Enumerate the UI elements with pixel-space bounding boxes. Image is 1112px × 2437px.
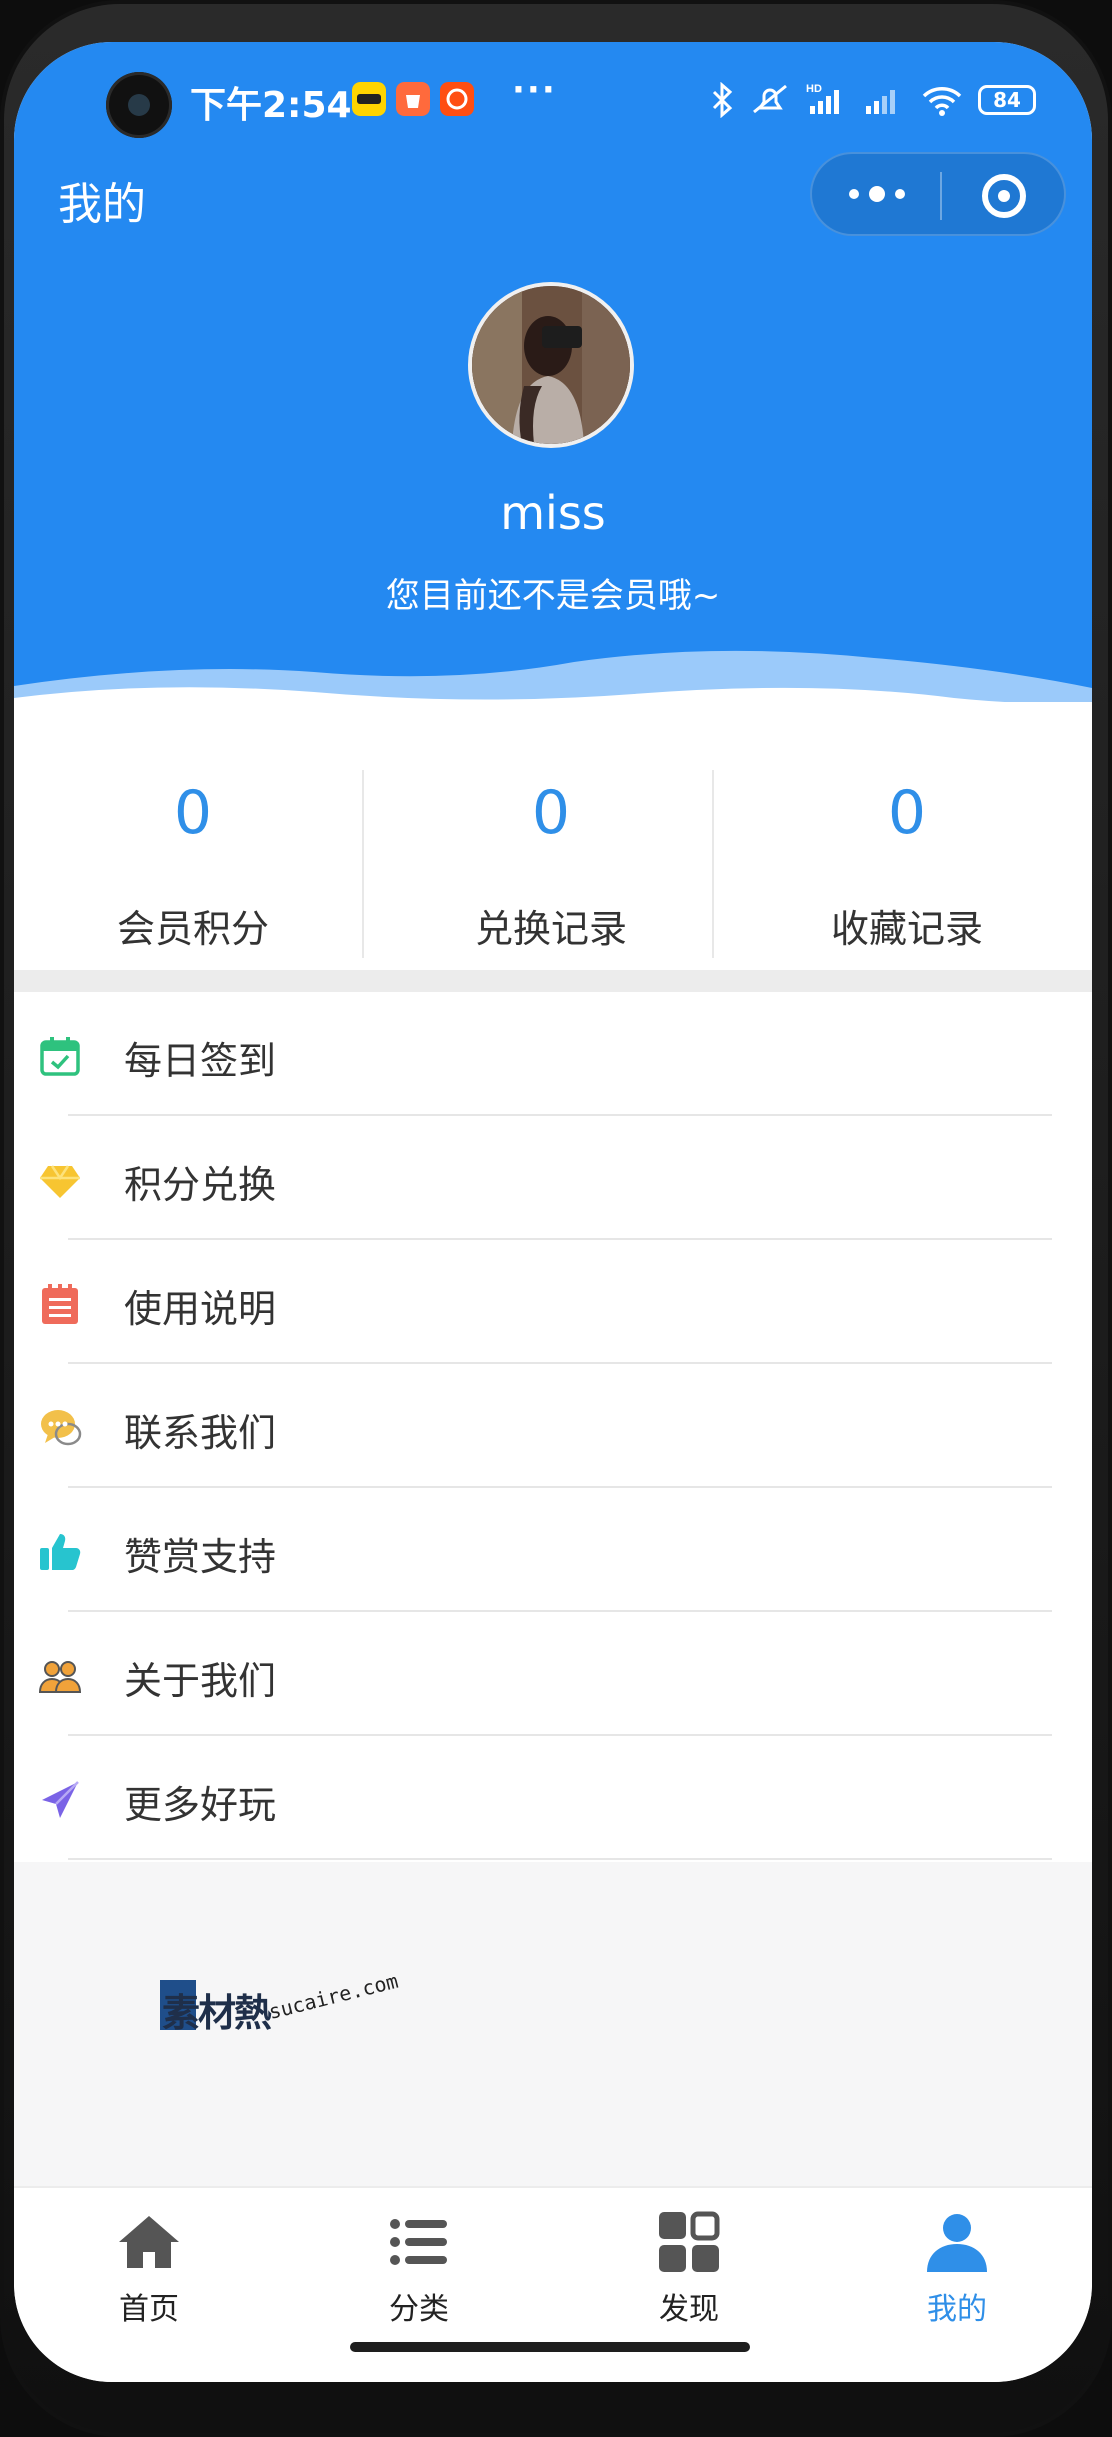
- divider: [68, 1858, 1052, 1860]
- more-dots-icon[interactable]: [842, 176, 912, 212]
- stat-exchange-records[interactable]: 0 兑换记录: [372, 702, 730, 970]
- home-indicator[interactable]: [350, 2342, 750, 2352]
- chat-bubble-icon: [41, 1410, 82, 1446]
- stat-divider: [712, 770, 714, 958]
- front-camera: [106, 72, 172, 138]
- menu-item-daily-checkin[interactable]: 每日签到: [14, 992, 1092, 1116]
- section-gap: [14, 970, 1092, 992]
- more-notifications: ···: [512, 70, 557, 110]
- watermark-logo: 素材熱 sucaire.com: [160, 1969, 420, 2062]
- menu-item-label: 赞赏支持: [124, 1535, 277, 1579]
- stats-panel: 0 会员积分 0 兑换记录 0 收藏记录: [14, 702, 1092, 970]
- list-icon: [390, 2219, 447, 2265]
- battery-indicator: 84: [978, 85, 1036, 115]
- thumbs-up-icon: [40, 1534, 81, 1570]
- menu-item-label: 积分兑换: [124, 1163, 277, 1207]
- home-icon: [119, 2216, 179, 2268]
- capsule-divider: [940, 172, 942, 220]
- status-bar: 下午2:54 ··· HD 84: [14, 42, 1092, 162]
- stat-label: 会员积分: [116, 907, 269, 951]
- tab-label: 我的: [927, 2292, 987, 2327]
- tab-label: 首页: [119, 2292, 179, 2327]
- tab-label: 发现: [659, 2292, 719, 2327]
- svg-text:HD: HD: [806, 83, 822, 95]
- stat-label: 兑换记录: [474, 907, 627, 951]
- avatar[interactable]: [468, 282, 634, 448]
- stat-label: 收藏记录: [830, 907, 983, 951]
- stat-points[interactable]: 0 会员积分: [14, 702, 372, 970]
- tab-label: 分类: [389, 2292, 449, 2327]
- profile-header: 下午2:54 ··· HD 84 我的 miss 您目前还不是会员哦~: [14, 42, 1092, 742]
- status-time: 下午2:54: [190, 85, 352, 126]
- menu-item-label: 每日签到: [124, 1039, 277, 1083]
- taobao-app-icon: [440, 82, 474, 116]
- stat-value: 0: [531, 778, 571, 848]
- system-indicators: HD 84: [710, 82, 1036, 118]
- hd-signal-icon: HD: [806, 83, 839, 114]
- target-circle-icon[interactable]: [982, 174, 1026, 218]
- calendar-check-icon: [40, 1037, 80, 1076]
- wifi-icon: [922, 87, 962, 116]
- tab-home[interactable]: 首页: [14, 2188, 284, 2382]
- menu-item-contact-us[interactable]: 联系我们: [14, 1364, 1092, 1488]
- phone-frame: 下午2:54 ··· HD 84 我的 miss 您目前还不是会员哦~ 0 会员…: [0, 0, 1112, 2437]
- stat-favorites[interactable]: 0 收藏记录: [728, 702, 1086, 970]
- avatar-photo: [472, 286, 630, 444]
- username: miss: [500, 486, 606, 540]
- notification-icons: [352, 82, 474, 116]
- menu-item-label: 关于我们: [124, 1659, 277, 1703]
- tab-mine[interactable]: 我的: [822, 2188, 1092, 2382]
- page-title: 我的: [58, 179, 146, 230]
- stat-value: 0: [173, 778, 213, 848]
- tab-category[interactable]: 分类: [284, 2188, 554, 2382]
- watermark-cn: 素材熱: [162, 1991, 272, 2035]
- menu-item-label: 更多好玩: [124, 1783, 277, 1827]
- team-icon: [38, 1661, 82, 1693]
- signal-icon: [866, 90, 895, 114]
- user-icon: [927, 2214, 987, 2272]
- diamond-icon: [40, 1165, 80, 1198]
- menu-item-more-fun[interactable]: 更多好玩: [14, 1736, 1092, 1860]
- menu-item-instructions[interactable]: 使用说明: [14, 1240, 1092, 1364]
- grid-icon: [659, 2211, 720, 2272]
- stat-divider: [362, 770, 364, 958]
- menu-item-label: 使用说明: [124, 1287, 277, 1331]
- tab-bar: 首页 分类 发现 我的: [14, 2186, 1092, 2382]
- menu-item-about-us[interactable]: 关于我们: [14, 1612, 1092, 1736]
- stat-value: 0: [887, 778, 927, 848]
- mini-program-capsule: [810, 152, 1066, 236]
- notepad-icon: [42, 1284, 78, 1324]
- bluetooth-icon: [712, 82, 733, 118]
- hungry-app-icon: [352, 82, 386, 116]
- shopping-bag-app-icon: [396, 82, 430, 116]
- menu-list: 每日签到 积分兑换 使用说明 联系我们 赞赏支持 关于我们 更多好玩: [14, 992, 1092, 1862]
- menu-item-label: 联系我们: [124, 1411, 277, 1455]
- paper-plane-icon: [42, 1781, 79, 1818]
- mute-icon: [753, 84, 787, 114]
- tab-discover[interactable]: 发现: [554, 2188, 824, 2382]
- menu-item-support[interactable]: 赞赏支持: [14, 1488, 1092, 1612]
- menu-item-points-exchange[interactable]: 积分兑换: [14, 1116, 1092, 1240]
- screen: 下午2:54 ··· HD 84 我的 miss 您目前还不是会员哦~ 0 会员…: [14, 42, 1092, 2382]
